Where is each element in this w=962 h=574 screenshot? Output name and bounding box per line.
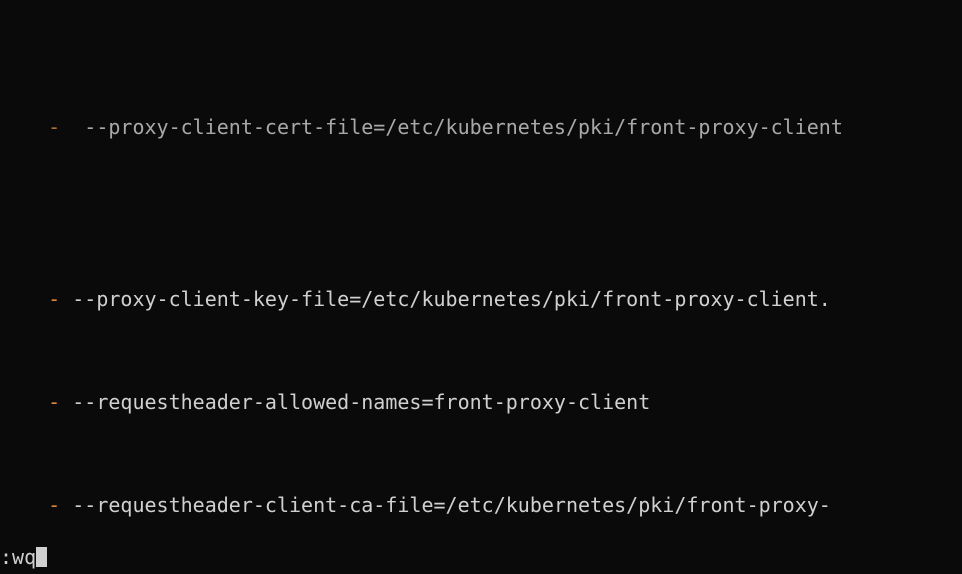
vim-command-text: :wq bbox=[0, 545, 36, 569]
dash-icon: - bbox=[48, 390, 60, 414]
dash-icon: - bbox=[48, 493, 60, 517]
arg-text: --requestheader-allowed-names=front-prox… bbox=[72, 390, 650, 414]
arg-text: --proxy-client-key-file=/etc/kubernetes/… bbox=[72, 287, 831, 311]
cursor-icon bbox=[36, 547, 47, 567]
vim-command-line[interactable]: :wq bbox=[0, 540, 47, 574]
yaml-list-item: - --requestheader-allowed-names=front-pr… bbox=[0, 385, 962, 420]
yaml-editor[interactable]: - --proxy-client-cert-file=/etc/kubernet… bbox=[0, 0, 962, 574]
arg-text: --requestheader-client-ca-file=/etc/kube… bbox=[72, 493, 831, 517]
yaml-list-item: - --requestheader-client-ca-file=/etc/ku… bbox=[0, 488, 962, 523]
yaml-list-item: - --proxy-client-key-file=/etc/kubernete… bbox=[0, 282, 962, 317]
arg-text: --proxy-client-cert-file=/etc/kubernetes… bbox=[72, 115, 843, 139]
dash-icon: - bbox=[48, 115, 60, 139]
dash-icon: - bbox=[48, 287, 60, 311]
yaml-list-item: - --proxy-client-cert-file=/etc/kubernet… bbox=[0, 110, 962, 145]
